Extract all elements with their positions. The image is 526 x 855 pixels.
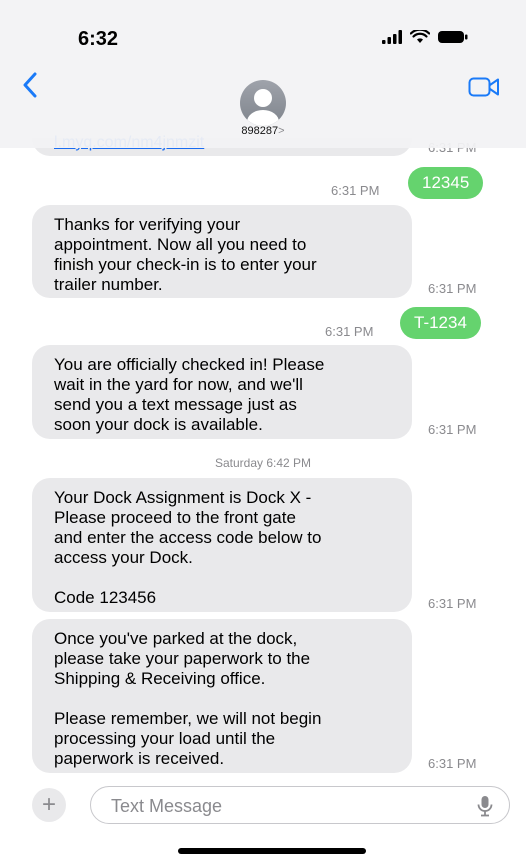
microphone-icon[interactable]	[477, 795, 493, 822]
home-indicator	[178, 848, 366, 854]
battery-icon	[438, 31, 468, 43]
timestamp: 6:31 PM	[428, 281, 477, 296]
incoming-message[interactable]: Once you've parked at the dock, please t…	[32, 619, 412, 773]
signal-icon	[382, 30, 402, 44]
wifi-icon	[410, 30, 430, 43]
timestamp: 6:31 PM	[428, 422, 477, 437]
timestamp: 6:31 PM	[428, 756, 477, 771]
day-separator: Saturday 6:42 PM	[214, 456, 312, 470]
video-camera-icon[interactable]	[468, 76, 500, 103]
message-field[interactable]	[90, 786, 510, 824]
contact-number: 898287	[241, 125, 279, 137]
timestamp: 6:31 PM	[428, 596, 477, 611]
contact-name[interactable]: 898287>	[0, 125, 526, 137]
timestamp: 6:31 PM	[331, 183, 380, 198]
timestamp: 6:31 PM	[325, 324, 374, 339]
status-icons	[382, 30, 468, 44]
status-time: 6:32	[78, 28, 119, 50]
incoming-message[interactable]: Your Dock Assignment is Dock X - Please …	[32, 478, 412, 612]
outgoing-message[interactable]: 12345	[408, 167, 484, 199]
incoming-message[interactable]: You are officially checked in! Please wa…	[32, 345, 412, 439]
back-chevron-icon[interactable]	[22, 72, 38, 106]
contact-chevron: >	[278, 125, 285, 137]
contact-avatar[interactable]	[240, 80, 286, 126]
message-composer: +	[0, 780, 526, 855]
text-message-input[interactable]	[109, 793, 463, 819]
incoming-message[interactable]: Thanks for verifying your appointment. N…	[32, 205, 412, 298]
outgoing-message[interactable]: T-1234	[400, 307, 481, 339]
conversation-header: 6:32 898287>	[0, 0, 526, 148]
plus-button[interactable]: +	[32, 788, 66, 822]
